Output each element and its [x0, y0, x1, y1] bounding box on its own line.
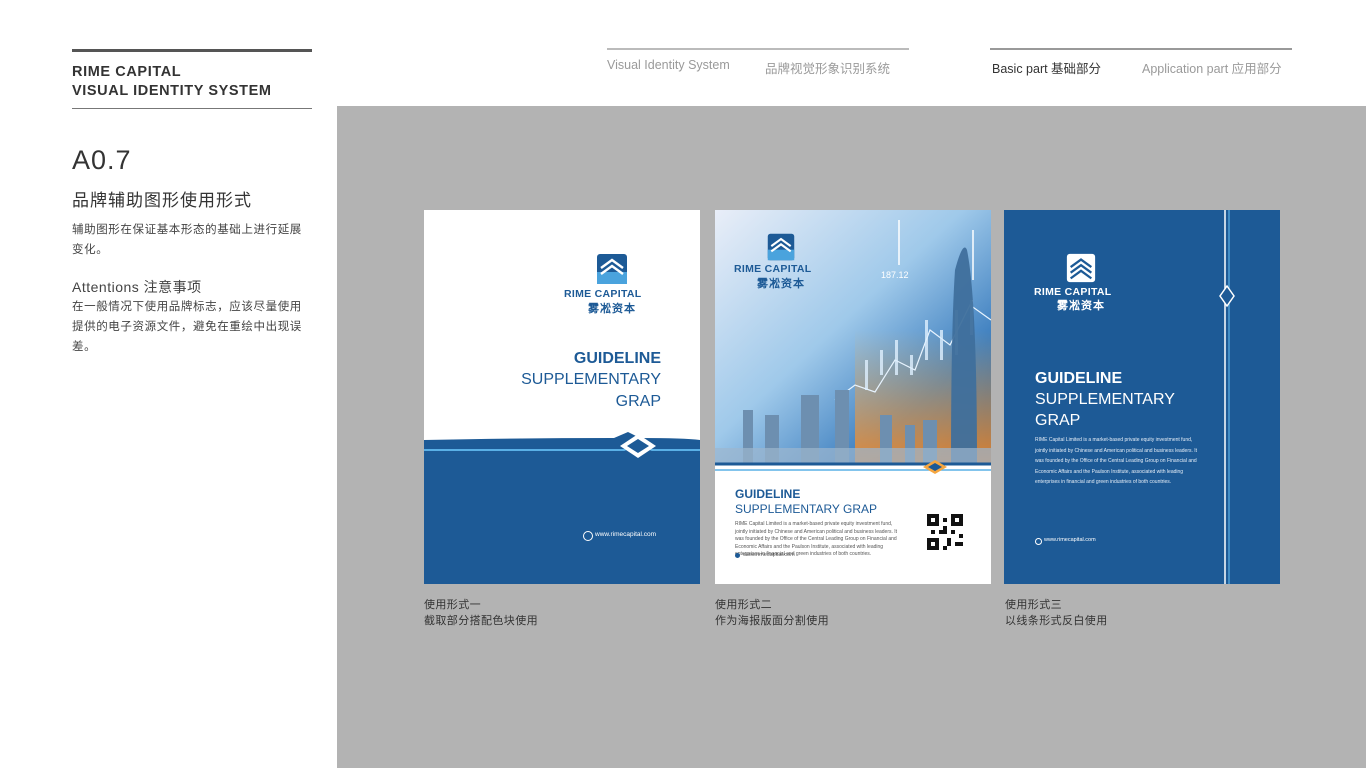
- caption-1-title: 使用形式一: [424, 599, 481, 611]
- logo-text-cn: 雾凇资本: [588, 303, 636, 315]
- header-rule-thick: [72, 49, 312, 52]
- mockup-card-1: RIME CAPITAL 雾凇资本 GUIDELINE SUPPLEMENTAR…: [424, 210, 700, 584]
- guideline-sub: SUPPLEMENTARY GRAP: [735, 502, 878, 516]
- brand-subtitle: VISUAL IDENTITY SYSTEM: [72, 83, 272, 99]
- nav-basic-part[interactable]: Basic part 基础部分: [992, 58, 1101, 77]
- guideline-sub-1: SUPPLEMENTARY: [521, 371, 661, 388]
- caption-1-desc: 截取部分搭配色块使用: [424, 615, 538, 627]
- mockup-card-2: 187.12 RIME CAPITAL 雾凇资本 GUIDELINE SUPPL…: [715, 210, 991, 584]
- guideline-title: GUIDELINE: [1035, 370, 1123, 387]
- nav-rule-left: [607, 48, 909, 50]
- brand-name: RIME CAPITAL: [72, 64, 182, 80]
- supplementary-line-graphic: [1219, 210, 1235, 584]
- nav-vis-en[interactable]: Visual Identity System: [607, 58, 730, 72]
- city-chart-photo: [715, 210, 991, 465]
- supplementary-graphic-divider: [715, 460, 991, 474]
- mockup-card-3: RIME CAPITAL 雾凇资本 GUIDELINE SUPPLEMENTAR…: [1004, 210, 1280, 584]
- caption-2-title: 使用形式二: [715, 599, 772, 611]
- logo-text-en: RIME CAPITAL: [564, 288, 642, 300]
- nav-vis-cn[interactable]: 品牌视觉形象识别系统: [765, 58, 890, 77]
- globe-icon: [735, 553, 740, 558]
- chart-value-label: 187.12: [881, 270, 909, 280]
- nav-application-part[interactable]: Application part 应用部分: [1142, 58, 1282, 77]
- website-url[interactable]: www.rimecapital.com: [1044, 537, 1096, 543]
- caption-3-title: 使用形式三: [1005, 599, 1062, 611]
- guideline-sub-1: SUPPLEMENTARY: [1035, 391, 1175, 408]
- company-description: RIME Capital Limited is a market-based p…: [1035, 437, 1198, 485]
- brand-logo-icon: [1066, 253, 1096, 283]
- nav-rule-right: [990, 48, 1292, 50]
- globe-icon: [583, 531, 593, 541]
- brand-logo-icon: [767, 233, 795, 261]
- header-rule-thin: [72, 108, 312, 109]
- brand-logo-icon: [597, 254, 627, 284]
- website-url[interactable]: www.rimecapital.com: [743, 552, 795, 558]
- section-description: 辅助图形在保证基本形态的基础上进行延展变化。: [72, 224, 302, 256]
- caption-3-desc: 以线条形式反白使用: [1005, 615, 1108, 627]
- supplementary-graphic-band: [424, 432, 700, 584]
- logo-text-en: RIME CAPITAL: [734, 263, 812, 275]
- guideline-title: GUIDELINE: [735, 487, 801, 501]
- attentions-text: 在一般情况下使用品牌标志，应该尽量使用提供的电子资源文件，避免在重绘中出现误差。: [72, 301, 302, 353]
- section-number: A0.7: [72, 145, 132, 175]
- logo-text-cn: 雾凇资本: [757, 278, 805, 290]
- globe-icon: [1035, 538, 1042, 545]
- caption-2-desc: 作为海报版面分割使用: [715, 615, 829, 627]
- guideline-sub-2: GRAP: [1035, 412, 1081, 429]
- section-title: 品牌辅助图形使用形式: [72, 191, 252, 210]
- qr-code-icon[interactable]: [927, 514, 963, 550]
- attentions-title: Attentions 注意事项: [72, 279, 202, 295]
- logo-text-cn: 雾凇资本: [1057, 300, 1105, 312]
- website-url[interactable]: www.rimecapital.com: [595, 531, 656, 538]
- guideline-title: GUIDELINE: [573, 350, 661, 367]
- guideline-sub-2: GRAP: [615, 393, 661, 410]
